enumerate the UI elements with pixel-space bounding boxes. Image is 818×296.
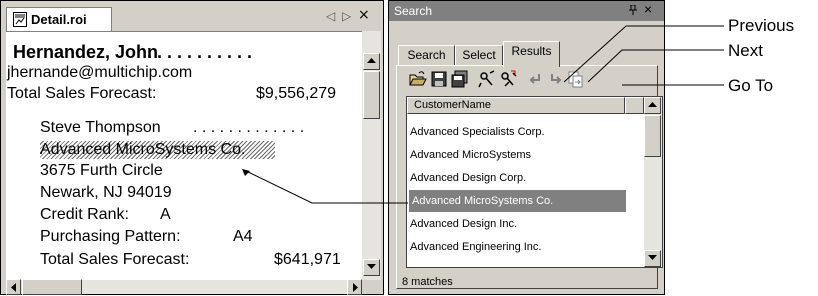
callout-previous: Previous xyxy=(728,16,795,35)
callout-go-to: Go To xyxy=(728,76,774,95)
tab-results[interactable]: Results xyxy=(503,41,560,67)
callout-leader-lines xyxy=(242,25,724,204)
callout-next: Next xyxy=(728,41,763,60)
